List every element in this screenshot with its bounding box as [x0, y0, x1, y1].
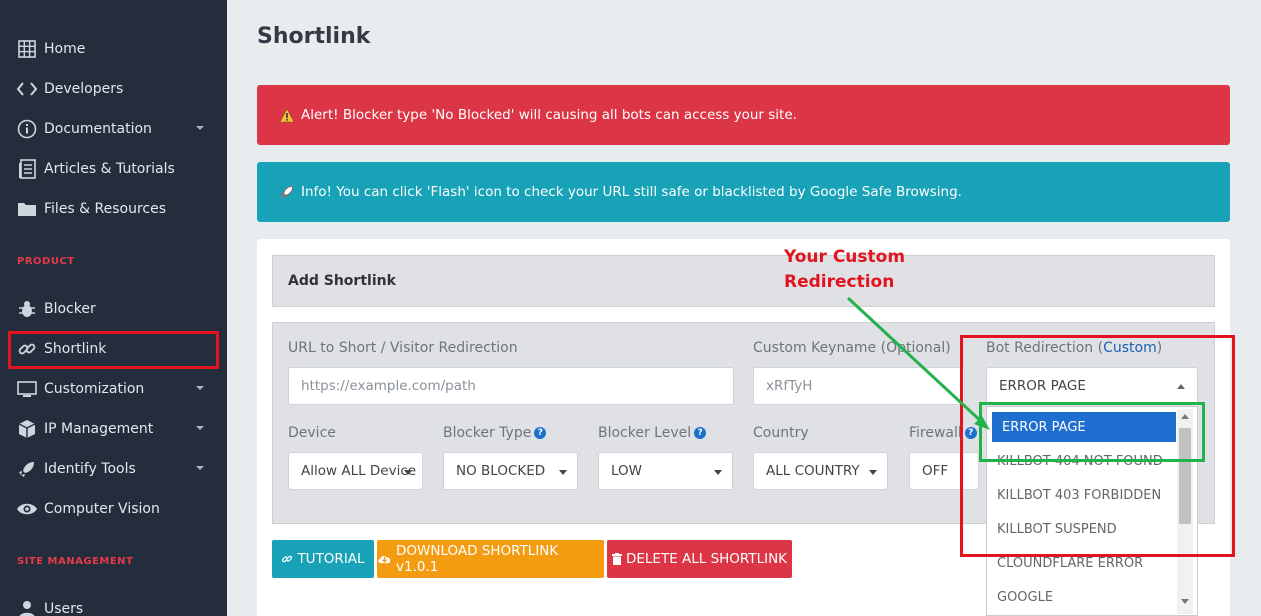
delete-all-shortlink-button[interactable]: DELETE ALL SHORTLINK	[607, 540, 792, 578]
sidebar-item-ip-management[interactable]: IP Management	[16, 417, 216, 441]
sidebar: Home Developers Documentation Articles &…	[0, 0, 227, 616]
card-header: Add Shortlink	[272, 255, 1215, 307]
device-label: Device	[288, 425, 336, 441]
url-label: URL to Short / Visitor Redirection	[288, 340, 518, 356]
url-input[interactable]: https://example.com/path	[288, 367, 734, 405]
annotation-line-2: Redirection	[784, 272, 895, 292]
sidebar-item-computer-vision[interactable]: Computer Vision	[16, 497, 216, 521]
rocket-icon	[279, 184, 297, 200]
chevron-down-icon	[196, 386, 204, 390]
help-icon[interactable]: ?	[694, 427, 707, 439]
sidebar-item-label: Documentation	[44, 121, 152, 137]
annotation-text: Your Custom Redirection	[784, 245, 905, 295]
sidebar-item-label: Home	[44, 41, 86, 57]
keyname-input[interactable]: xRfTyH	[753, 367, 965, 405]
chevron-down-icon	[196, 466, 204, 470]
blocker-type-label: Blocker Type?	[443, 425, 547, 441]
sidebar-item-articles[interactable]: Articles & Tutorials	[16, 157, 216, 181]
help-icon[interactable]: ?	[534, 427, 547, 439]
chevron-down-icon	[196, 126, 204, 130]
annotation-line-1: Your Custom	[784, 247, 906, 267]
alert-info-text: Info! You can click 'Flash' icon to chec…	[301, 184, 962, 200]
scroll-down-icon[interactable]	[1181, 599, 1189, 604]
cube-icon	[16, 419, 38, 439]
blocker-level-label: Blocker Level?	[598, 425, 707, 441]
section-label-site-management: SITE MANAGEMENT	[17, 556, 134, 567]
alert-info: Info! You can click 'Flash' icon to chec…	[257, 162, 1230, 222]
annotation-green-frame	[979, 402, 1205, 462]
sidebar-item-label: IP Management	[44, 421, 154, 437]
chevron-down-icon	[559, 470, 567, 475]
sidebar-item-blocker[interactable]: Blocker	[16, 297, 216, 321]
blocker-type-label-text: Blocker Type	[443, 425, 532, 441]
chevron-down-icon	[196, 426, 204, 430]
warning-icon	[279, 107, 297, 123]
article-icon	[16, 159, 38, 179]
device-value: Allow ALL Device	[301, 463, 417, 479]
alert-danger: Alert! Blocker type 'No Blocked' will ca…	[257, 85, 1230, 145]
sidebar-item-label: Customization	[44, 381, 145, 397]
blocker-type-value: NO BLOCKED	[456, 463, 546, 479]
monitor-icon	[16, 379, 38, 399]
alert-danger-text: Alert! Blocker type 'No Blocked' will ca…	[301, 107, 797, 123]
keyname-label: Custom Keyname (Optional)	[753, 340, 951, 356]
trash-icon	[611, 553, 622, 565]
sidebar-item-developers[interactable]: Developers	[16, 77, 216, 101]
sidebar-item-label: Blocker	[44, 301, 96, 317]
chevron-down-icon	[714, 470, 722, 475]
blocker-level-select[interactable]: LOW	[598, 452, 733, 490]
country-select[interactable]: ALL COUNTRY	[753, 452, 888, 490]
firewall-label-text: Firewall	[909, 425, 962, 441]
sidebar-item-identify-tools[interactable]: Identify Tools	[16, 457, 216, 481]
download-button-label: DOWNLOAD SHORTLINK v1.0.1	[396, 543, 559, 575]
chevron-down-icon	[869, 470, 877, 475]
country-label: Country	[753, 425, 809, 441]
sidebar-item-label: Developers	[44, 81, 124, 97]
page-title: Shortlink	[257, 24, 371, 49]
country-value: ALL COUNTRY	[766, 463, 860, 479]
firewall-value: OFF	[922, 463, 949, 479]
download-shortlink-button[interactable]: DOWNLOAD SHORTLINK v1.0.1	[377, 540, 604, 578]
sidebar-item-label: Users	[44, 601, 84, 616]
device-select[interactable]: Allow ALL Device	[288, 452, 423, 490]
sidebar-item-label: Articles & Tutorials	[44, 161, 175, 177]
chevron-down-icon	[404, 470, 412, 475]
link-icon	[281, 553, 293, 565]
sidebar-item-label: Files & Resources	[44, 201, 167, 217]
delete-button-label: DELETE ALL SHORTLINK	[625, 551, 788, 567]
rocket-icon	[16, 459, 38, 479]
bug-icon	[16, 299, 38, 319]
blocker-level-value: LOW	[611, 463, 643, 479]
sidebar-item-files[interactable]: Files & Resources	[16, 197, 216, 221]
code-icon	[16, 79, 38, 99]
cloud-download-icon	[377, 553, 392, 565]
user-icon	[16, 599, 38, 616]
sidebar-item-documentation[interactable]: Documentation	[16, 117, 216, 141]
blocker-level-label-text: Blocker Level	[598, 425, 692, 441]
folder-icon	[16, 199, 38, 219]
grid-icon	[16, 39, 38, 59]
blocker-type-select[interactable]: NO BLOCKED	[443, 452, 578, 490]
section-label-product: PRODUCT	[17, 256, 75, 267]
sidebar-item-label: Identify Tools	[44, 461, 136, 477]
eye-icon	[16, 499, 38, 519]
tutorial-button[interactable]: TUTORIAL	[272, 540, 374, 578]
sidebar-item-customization[interactable]: Customization	[16, 377, 216, 401]
dropdown-option-google[interactable]: GOOGLE	[987, 582, 1177, 612]
sidebar-item-label: Computer Vision	[44, 501, 160, 517]
tutorial-button-label: TUTORIAL	[297, 551, 365, 567]
sidebar-item-users[interactable]: Users	[16, 597, 216, 616]
info-icon	[16, 119, 38, 139]
shortlink-highlight-box	[8, 331, 219, 369]
sidebar-item-home[interactable]: Home	[16, 37, 216, 61]
